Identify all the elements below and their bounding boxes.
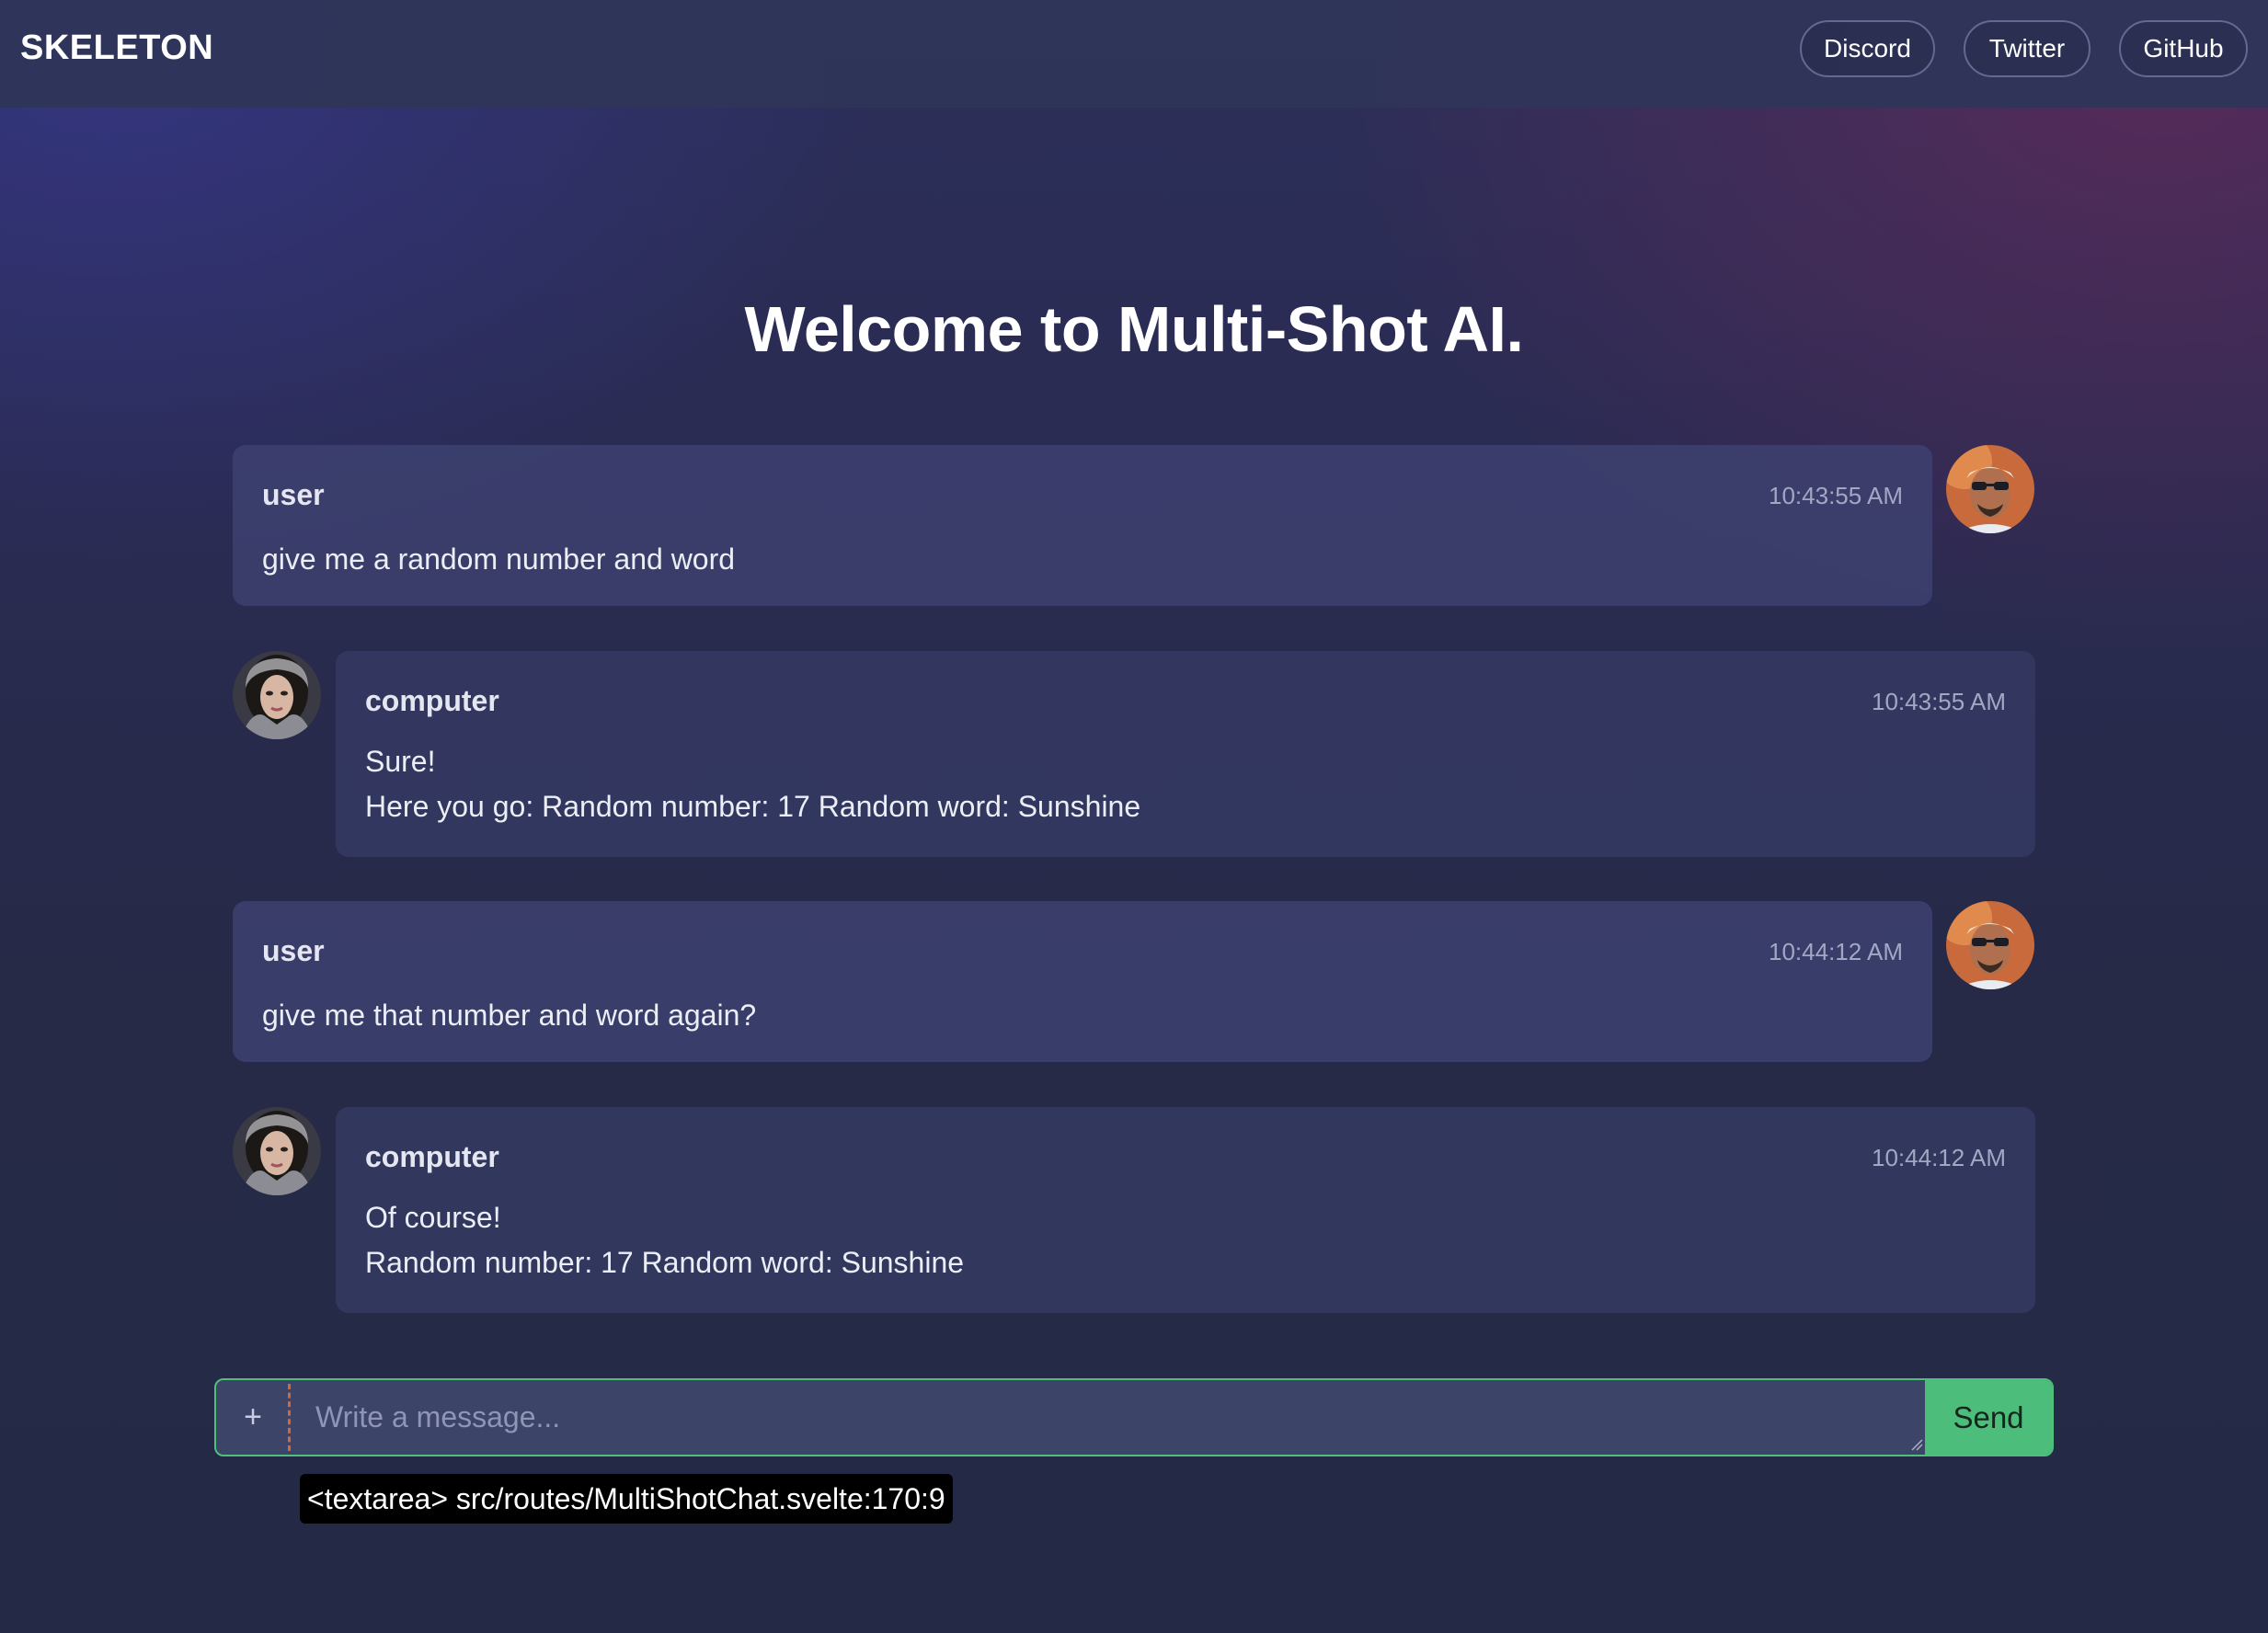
message-composer: + Send (214, 1378, 2054, 1456)
user-avatar (1946, 445, 2034, 533)
message-input[interactable] (297, 1380, 2045, 1455)
computer-avatar (233, 651, 321, 739)
message-timestamp: 10:44:12 AM (1769, 938, 1903, 965)
message-author: user (262, 478, 325, 511)
resize-handle-icon[interactable] (1910, 1438, 1923, 1451)
chat-message-computer: computer 10:44:12 AM Of course! Random n… (336, 1107, 2035, 1313)
composer-divider (288, 1384, 291, 1451)
message-text: Of course! Random number: 17 Random word… (365, 1201, 965, 1279)
add-attachment-button[interactable]: + (216, 1380, 290, 1455)
twitter-link-button[interactable]: Twitter (1964, 20, 2090, 77)
message-timestamp: 10:43:55 AM (1769, 482, 1903, 509)
chat-message-user: user 10:44:12 AM give me that number and… (233, 901, 1932, 1062)
woman-avatar-icon (233, 651, 321, 739)
chat-message-user: user 10:43:55 AM give me a random number… (233, 445, 1932, 606)
github-link-button[interactable]: GitHub (2119, 20, 2248, 77)
inspector-tooltip: <textarea> src/routes/MultiShotChat.svel… (300, 1474, 953, 1524)
message-author: user (262, 934, 325, 967)
message-timestamp: 10:44:12 AM (1872, 1144, 2006, 1171)
message-author: computer (365, 684, 499, 717)
send-button[interactable]: Send (1925, 1380, 2052, 1455)
chat-message-computer: computer 10:43:55 AM Sure! Here you go: … (336, 651, 2035, 857)
user-avatar (1946, 901, 2034, 989)
app-bar: SKELETON Discord Twitter GitHub (0, 0, 2268, 108)
man-sunglasses-avatar-icon (1946, 445, 2034, 533)
message-timestamp: 10:43:55 AM (1872, 688, 2006, 715)
message-text: Sure! Here you go: Random number: 17 Ran… (365, 745, 1141, 823)
brand-logo[interactable]: SKELETON (20, 29, 213, 68)
discord-link-button[interactable]: Discord (1800, 20, 1935, 77)
message-text: give me that number and word again? (262, 999, 757, 1032)
page-title: Welcome to Multi-Shot AI. (744, 293, 1524, 365)
computer-avatar (233, 1107, 321, 1195)
woman-avatar-icon (233, 1107, 321, 1195)
message-text: give me a random number and word (262, 542, 736, 576)
man-sunglasses-avatar-icon (1946, 901, 2034, 989)
message-author: computer (365, 1140, 499, 1173)
